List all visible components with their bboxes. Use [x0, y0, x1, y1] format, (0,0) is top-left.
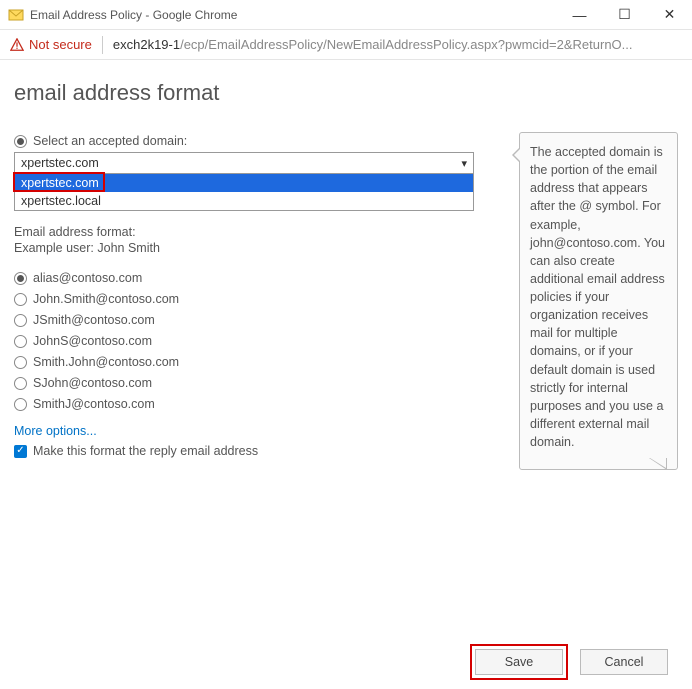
more-options-link[interactable]: More options... — [14, 424, 97, 438]
address-separator — [102, 36, 103, 54]
radio-icon — [14, 377, 27, 390]
radio-icon — [14, 356, 27, 369]
email-format-label: Email address format: — [14, 225, 474, 239]
format-option[interactable]: JSmith@contoso.com — [14, 313, 474, 327]
window-title: Email Address Policy - Google Chrome — [30, 8, 557, 22]
format-option[interactable]: SJohn@contoso.com — [14, 376, 474, 390]
domain-dropdown: xpertstec.com xpertstec.local — [14, 174, 474, 211]
dialog-footer: Save Cancel — [0, 634, 692, 689]
reply-checkbox-label: Make this format the reply email address — [33, 444, 258, 458]
domain-select-value: xpertstec.com — [21, 156, 99, 170]
format-option[interactable]: John.Smith@contoso.com — [14, 292, 474, 306]
warning-icon — [10, 38, 24, 52]
help-text: The accepted domain is the portion of th… — [530, 145, 665, 449]
example-user-label: Example user: John Smith — [14, 241, 474, 255]
domain-option[interactable]: xpertstec.local — [15, 192, 473, 210]
cancel-button[interactable]: Cancel — [580, 649, 668, 675]
save-highlight-box: Save — [470, 644, 568, 680]
format-options: alias@contoso.com John.Smith@contoso.com… — [14, 271, 474, 411]
help-callout: The accepted domain is the portion of th… — [519, 132, 678, 470]
save-button[interactable]: Save — [475, 649, 563, 675]
radio-icon — [14, 293, 27, 306]
callout-tail — [649, 458, 667, 470]
radio-icon — [14, 335, 27, 348]
format-option[interactable]: JohnS@contoso.com — [14, 334, 474, 348]
domain-option-selected[interactable]: xpertstec.com — [15, 174, 473, 192]
address-bar: Not secure exch2k19-1/ecp/EmailAddressPo… — [0, 30, 692, 60]
radio-icon — [14, 314, 27, 327]
app-icon — [8, 7, 24, 23]
minimize-button[interactable]: — — [557, 0, 602, 30]
format-option[interactable]: SmithJ@contoso.com — [14, 397, 474, 411]
domain-select-radio[interactable] — [14, 135, 27, 148]
reply-checkbox-row[interactable]: Make this format the reply email address — [14, 444, 474, 458]
not-secure-badge[interactable]: Not secure — [10, 37, 92, 52]
window-titlebar: Email Address Policy - Google Chrome — ☐… — [0, 0, 692, 30]
radio-icon — [14, 272, 27, 285]
radio-icon — [14, 398, 27, 411]
reply-checkbox[interactable] — [14, 445, 27, 458]
format-option[interactable]: Smith.John@contoso.com — [14, 355, 474, 369]
domain-select[interactable]: xpertstec.com — [14, 152, 474, 174]
format-option[interactable]: alias@contoso.com — [14, 271, 474, 285]
domain-select-label-row: Select an accepted domain: — [14, 134, 474, 148]
not-secure-label: Not secure — [29, 37, 92, 52]
page-heading: email address format — [14, 80, 474, 106]
close-button[interactable]: ✕ — [647, 0, 692, 30]
maximize-button[interactable]: ☐ — [602, 0, 647, 30]
url-text[interactable]: exch2k19-1/ecp/EmailAddressPolicy/NewEma… — [113, 37, 633, 52]
main-panel: email address format Select an accepted … — [14, 80, 474, 634]
domain-select-wrap: xpertstec.com xpertstec.com xpertstec.lo… — [14, 152, 474, 211]
domain-select-label: Select an accepted domain: — [33, 134, 187, 148]
